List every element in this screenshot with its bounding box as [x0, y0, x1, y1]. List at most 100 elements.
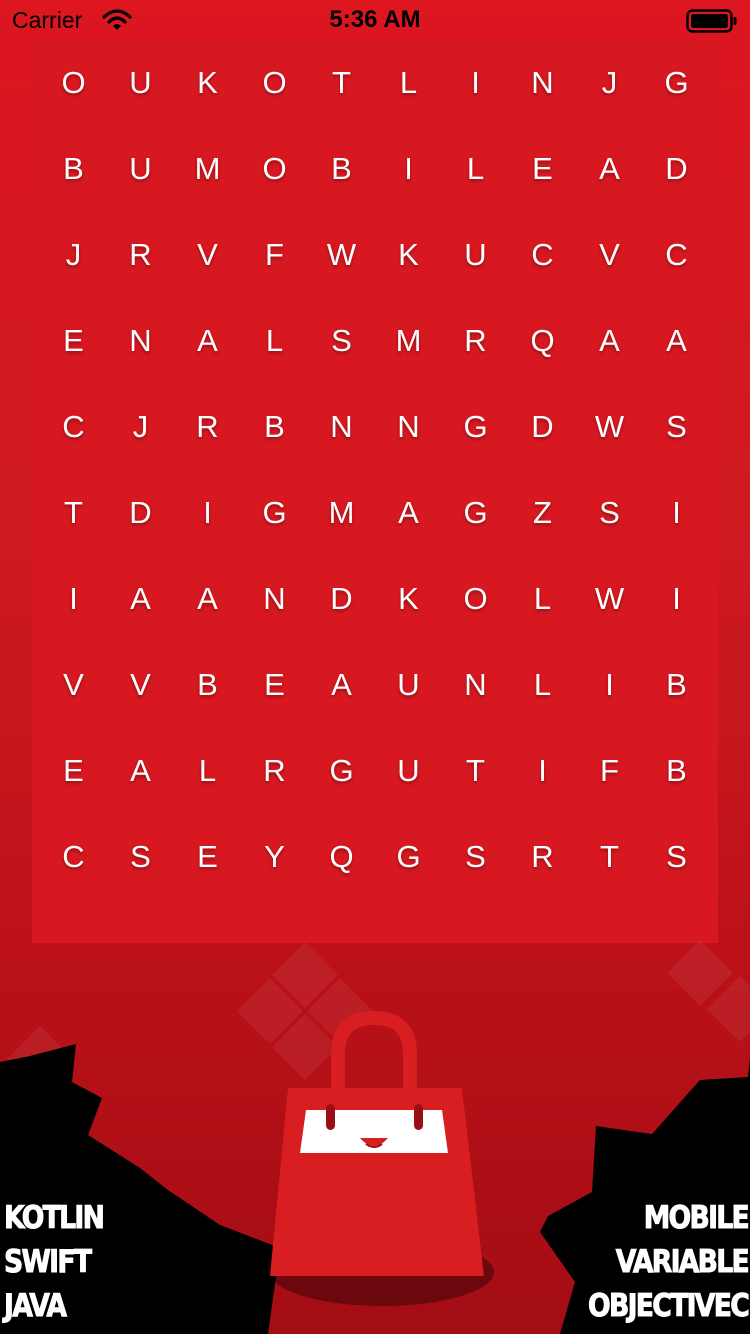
letter-cell[interactable]: V [174, 212, 241, 298]
letter-cell[interactable]: L [375, 40, 442, 126]
letter-cell[interactable]: B [643, 642, 710, 728]
letter-cell[interactable]: I [174, 470, 241, 556]
letter-cell[interactable]: W [308, 212, 375, 298]
letter-cell[interactable]: N [442, 642, 509, 728]
letter-cell[interactable]: M [375, 298, 442, 384]
letter-cell[interactable]: S [643, 384, 710, 470]
letter-cell[interactable]: L [174, 728, 241, 814]
letter-cell[interactable]: Q [308, 814, 375, 900]
letter-cell[interactable]: Z [509, 470, 576, 556]
letter-cell[interactable]: A [643, 298, 710, 384]
letter-cell[interactable]: A [174, 556, 241, 642]
letter-cell[interactable]: U [107, 126, 174, 212]
letter-cell[interactable]: C [643, 212, 710, 298]
letter-cell[interactable]: C [40, 384, 107, 470]
letter-cell[interactable]: S [442, 814, 509, 900]
letter-cell[interactable]: N [241, 556, 308, 642]
letter-cell[interactable]: I [643, 556, 710, 642]
letter-cell[interactable]: M [174, 126, 241, 212]
letter-cell[interactable]: B [308, 126, 375, 212]
letter-cell[interactable]: G [442, 384, 509, 470]
letter-cell[interactable]: A [308, 642, 375, 728]
letter-cell[interactable]: I [576, 642, 643, 728]
letter-cell[interactable]: S [643, 814, 710, 900]
letter-cell[interactable]: I [375, 126, 442, 212]
letter-cell[interactable]: U [442, 212, 509, 298]
letter-cell[interactable]: A [174, 298, 241, 384]
letter-cell[interactable]: E [509, 126, 576, 212]
letter-cell[interactable]: D [509, 384, 576, 470]
letter-cell[interactable]: L [509, 642, 576, 728]
letter-cell[interactable]: G [375, 814, 442, 900]
letter-cell[interactable]: B [174, 642, 241, 728]
letter-cell[interactable]: U [107, 40, 174, 126]
letter-cell[interactable]: M [308, 470, 375, 556]
letter-cell[interactable]: G [643, 40, 710, 126]
letter-cell[interactable]: B [40, 126, 107, 212]
letter-cell[interactable]: E [40, 728, 107, 814]
letter-cell[interactable]: A [576, 126, 643, 212]
letter-cell[interactable]: D [643, 126, 710, 212]
letter-cell[interactable]: U [375, 642, 442, 728]
letter-cell[interactable]: R [107, 212, 174, 298]
letter-cell[interactable]: L [241, 298, 308, 384]
letter-cell[interactable]: I [442, 40, 509, 126]
letter-cell[interactable]: B [643, 728, 710, 814]
letter-cell[interactable]: F [241, 212, 308, 298]
letter-cell[interactable]: W [576, 384, 643, 470]
letter-cell[interactable]: E [40, 298, 107, 384]
letter-cell[interactable]: N [308, 384, 375, 470]
letter-cell[interactable]: R [442, 298, 509, 384]
letter-cell[interactable]: I [643, 470, 710, 556]
letter-cell[interactable]: A [107, 728, 174, 814]
letter-cell[interactable]: L [442, 126, 509, 212]
letter-cell[interactable]: S [308, 298, 375, 384]
letter-cell[interactable]: N [509, 40, 576, 126]
letter-cell[interactable]: A [576, 298, 643, 384]
letter-cell[interactable]: D [107, 470, 174, 556]
letter-cell[interactable]: N [107, 298, 174, 384]
letter-cell[interactable]: C [40, 814, 107, 900]
letter-cell[interactable]: T [442, 728, 509, 814]
letter-cell[interactable]: N [375, 384, 442, 470]
letter-cell[interactable]: I [40, 556, 107, 642]
letter-cell[interactable]: J [576, 40, 643, 126]
letter-cell[interactable]: J [40, 212, 107, 298]
letter-cell[interactable]: G [442, 470, 509, 556]
letter-cell[interactable]: L [509, 556, 576, 642]
letter-cell[interactable]: R [241, 728, 308, 814]
letter-cell[interactable]: Y [241, 814, 308, 900]
letter-cell[interactable]: A [107, 556, 174, 642]
letter-cell[interactable]: B [241, 384, 308, 470]
letter-cell[interactable]: O [241, 40, 308, 126]
letter-cell[interactable]: S [107, 814, 174, 900]
letter-cell[interactable]: O [40, 40, 107, 126]
letter-cell[interactable]: T [308, 40, 375, 126]
letter-cell[interactable]: W [576, 556, 643, 642]
letter-cell[interactable]: U [375, 728, 442, 814]
letter-cell[interactable]: G [241, 470, 308, 556]
letter-cell[interactable]: O [241, 126, 308, 212]
letter-cell[interactable]: J [107, 384, 174, 470]
letter-cell[interactable]: G [308, 728, 375, 814]
letter-cell[interactable]: K [174, 40, 241, 126]
letter-cell[interactable]: K [375, 556, 442, 642]
letter-cell[interactable]: I [509, 728, 576, 814]
letter-cell[interactable]: C [509, 212, 576, 298]
letter-cell[interactable]: E [174, 814, 241, 900]
letter-cell[interactable]: K [375, 212, 442, 298]
letter-cell[interactable]: E [241, 642, 308, 728]
letter-cell[interactable]: A [375, 470, 442, 556]
letter-cell[interactable]: T [576, 814, 643, 900]
letter-cell[interactable]: O [442, 556, 509, 642]
letter-cell[interactable]: V [107, 642, 174, 728]
letter-cell[interactable]: V [576, 212, 643, 298]
letter-cell[interactable]: F [576, 728, 643, 814]
letter-cell[interactable]: V [40, 642, 107, 728]
letter-cell[interactable]: Q [509, 298, 576, 384]
letter-cell[interactable]: R [174, 384, 241, 470]
letter-cell[interactable]: T [40, 470, 107, 556]
letter-cell[interactable]: S [576, 470, 643, 556]
letter-cell[interactable]: R [509, 814, 576, 900]
letter-cell[interactable]: D [308, 556, 375, 642]
